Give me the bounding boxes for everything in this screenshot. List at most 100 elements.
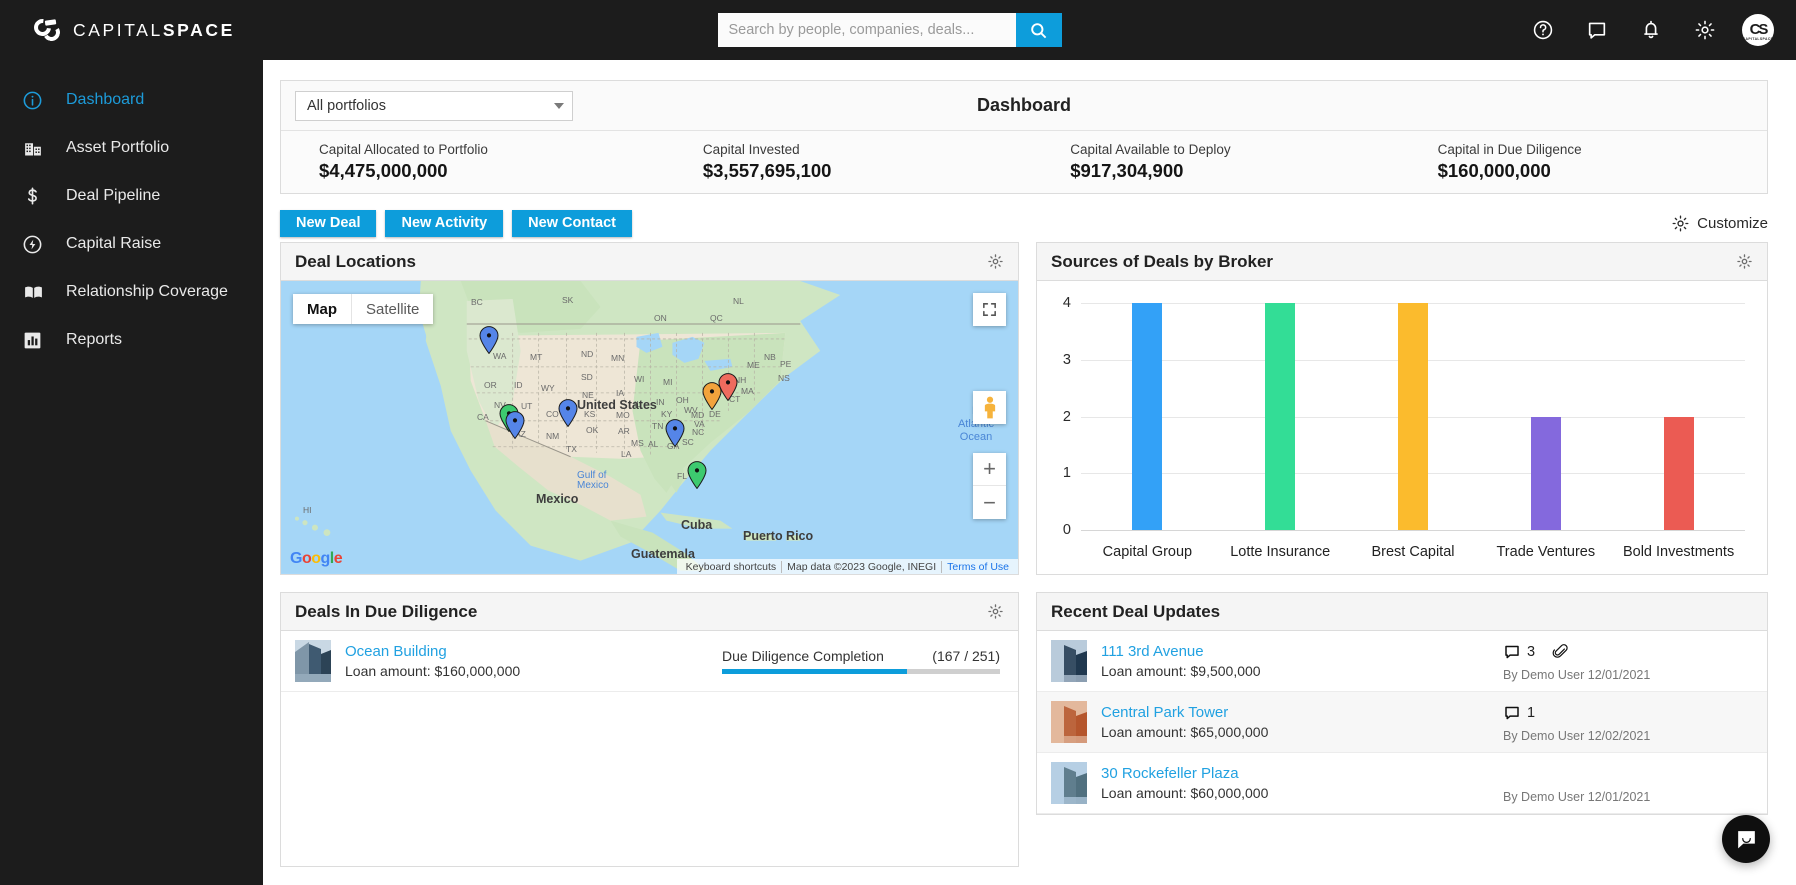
map-pin-marker[interactable] (505, 411, 525, 440)
table-row[interactable]: Ocean Building Loan amount: $160,000,000… (281, 631, 1018, 692)
help-button[interactable] (1516, 0, 1570, 60)
table-row[interactable]: 30 Rockefeller Plaza Loan amount: $60,000… (1037, 753, 1767, 814)
new-deal-button[interactable]: New Deal (280, 209, 377, 237)
map-type-satellite-button[interactable]: Satellite (352, 294, 433, 324)
messages-button[interactable] (1570, 0, 1624, 60)
bar-chart-icon (22, 330, 52, 351)
topbar-icon-row: CS CAPITALSPACE (1516, 0, 1796, 60)
search-button[interactable] (1015, 13, 1062, 47)
user-avatar[interactable]: CS CAPITALSPACE (1742, 14, 1774, 46)
update-author: By Demo User 12/01/2021 (1503, 789, 1651, 804)
bolt-circle-icon (22, 234, 52, 255)
avatar-initials: CS (1749, 20, 1769, 38)
deal-loan-amount: Loan amount: $160,000,000 (345, 663, 521, 679)
map-state-label: MT (530, 352, 543, 362)
deal-name-link[interactable]: Ocean Building (345, 643, 722, 660)
map-type-toggle: Map Satellite (293, 294, 434, 324)
portfolio-select[interactable]: All portfolios (295, 90, 573, 121)
kpi-label: Capital Available to Deploy (1070, 142, 1231, 157)
progress-bar-fill (722, 669, 907, 674)
map-fullscreen-button[interactable] (973, 293, 1006, 326)
update-author: By Demo User 12/02/2021 (1503, 728, 1651, 743)
global-search (717, 13, 1062, 47)
comment-count[interactable]: 3 (1503, 643, 1535, 661)
kpi-row: Capital Allocated to Portfolio $4,475,00… (281, 131, 1767, 193)
map-pin-marker[interactable] (558, 399, 578, 428)
map-state-label: OH (676, 395, 689, 405)
deal-name-link[interactable]: 111 3rd Avenue (1101, 643, 1503, 660)
new-activity-button[interactable]: New Activity (385, 209, 504, 237)
map-state-label: MI (663, 377, 673, 387)
deal-info: 30 Rockefeller Plaza Loan amount: $60,000… (1101, 765, 1503, 801)
chart-bar[interactable] (1397, 303, 1428, 530)
map-state-label: Mexico (577, 480, 609, 491)
global-search-zone (263, 13, 1516, 47)
terms-of-use-link[interactable]: Terms of Use (941, 560, 1014, 573)
chart-bar-slot (1347, 303, 1480, 530)
sidebar-item-relationship-coverage[interactable]: Relationship Coverage (0, 268, 263, 316)
due-diligence-settings-button[interactable] (987, 603, 1004, 620)
map-state-label: WY (541, 383, 555, 393)
update-meta: 1 By Demo User 12/02/2021 (1503, 702, 1753, 743)
support-chat-button[interactable] (1722, 815, 1770, 863)
deal-name-link[interactable]: 30 Rockefeller Plaza (1101, 765, 1503, 782)
map-zoom-controls: + − (973, 453, 1006, 519)
kpi-capital-due-diligence: Capital in Due Diligence $160,000,000 (1400, 131, 1767, 193)
chart-x-axis-labels: Capital Group Lotte Insurance Brest Capita… (1081, 544, 1745, 560)
due-diligence-empty-space (281, 692, 1018, 866)
street-view-pegman-button[interactable] (973, 391, 1006, 424)
bar-chart: 0 1 2 3 4 Capital Group Lotte Insurance Brest … (1037, 281, 1767, 574)
map-pin-marker[interactable] (687, 461, 707, 490)
chart-bar[interactable] (1663, 416, 1694, 530)
table-row[interactable]: Central Park Tower Loan amount: $65,000,0… (1037, 692, 1767, 753)
update-icons: 1 (1503, 702, 1535, 724)
attachment-icon[interactable] (1552, 642, 1569, 661)
map-state-label: SK (562, 295, 574, 305)
deal-locations-widget: Deal Locations BC SK NL ON QC WA MT ND M… (280, 242, 1019, 575)
sidebar-item-capital-raise[interactable]: Capital Raise (0, 220, 263, 268)
sidebar-item-asset-portfolio[interactable]: Asset Portfolio (0, 124, 263, 172)
map-pin-marker[interactable] (665, 419, 685, 448)
sidebar-item-deal-pipeline[interactable]: Deal Pipeline (0, 172, 263, 220)
chart-bar[interactable] (1530, 416, 1561, 530)
map-state-label: UT (521, 401, 533, 411)
settings-button[interactable] (1678, 0, 1732, 60)
right-column: Sources of Deals by Broker 01234 Capital… (1036, 242, 1768, 867)
avatar-caption: CAPITALSPACE (1742, 36, 1774, 41)
sidebar-item-reports[interactable]: Reports (0, 316, 263, 364)
chart-bar[interactable] (1265, 303, 1296, 530)
map-state-label: NL (733, 296, 744, 306)
deal-locations-settings-button[interactable] (987, 253, 1004, 270)
deal-thumbnail (1051, 762, 1087, 804)
search-input[interactable] (717, 13, 1016, 47)
app-logo[interactable]: CAPITALSPACE (0, 0, 263, 60)
map-canvas[interactable]: BC SK NL ON QC WA MT ND MN NB PE ME NS OR ID SD WI MI NH WY… (281, 281, 1018, 574)
building-icon (22, 138, 52, 159)
sidebar-item-dashboard[interactable]: Dashboard (0, 76, 263, 124)
map-zoom-out-button[interactable]: − (973, 486, 1006, 519)
chart-bar-slot (1214, 303, 1347, 530)
deal-info: Central Park Tower Loan amount: $65,000,0… (1101, 704, 1503, 740)
chart-y-tick-label: 1 (1062, 465, 1071, 482)
map-state-label: ND (581, 349, 594, 359)
logo-text-light: CAPITAL (73, 19, 163, 40)
progress-bar-track (722, 669, 1000, 674)
map-state-label: BC (471, 297, 483, 307)
keyboard-shortcuts-link[interactable]: Keyboard shortcuts (681, 561, 781, 573)
sources-of-deals-settings-button[interactable] (1736, 253, 1753, 270)
map-pin-marker[interactable] (718, 373, 738, 402)
new-contact-button[interactable]: New Contact (512, 209, 632, 237)
comment-count[interactable]: 1 (1503, 704, 1535, 722)
kpi-label: Capital Allocated to Portfolio (319, 142, 488, 157)
deal-name-link[interactable]: Central Park Tower (1101, 704, 1503, 721)
kpi-label: Capital Invested (702, 142, 800, 157)
chart-bar[interactable] (1132, 303, 1163, 530)
notifications-button[interactable] (1624, 0, 1678, 60)
customize-button[interactable]: Customize (1671, 214, 1768, 233)
table-row[interactable]: 111 3rd Avenue Loan amount: $9,500,000 3 By… (1037, 631, 1767, 692)
sidebar-item-label: Reports (66, 331, 123, 348)
kpi-capital-allocated: Capital Allocated to Portfolio $4,475,00… (281, 131, 665, 193)
map-pin-marker[interactable] (479, 326, 499, 355)
map-type-map-button[interactable]: Map (293, 294, 352, 324)
map-zoom-in-button[interactable]: + (973, 453, 1006, 486)
